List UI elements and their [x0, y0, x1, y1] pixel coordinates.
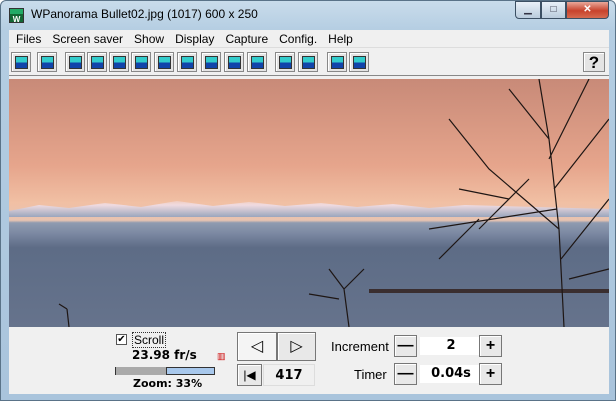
menu-display[interactable]: Display — [170, 30, 220, 47]
timer-label: Timer — [354, 367, 387, 382]
center-icon — [91, 56, 104, 69]
landscape-button[interactable] — [224, 52, 244, 72]
zoom-slider[interactable] — [115, 367, 215, 375]
center-button[interactable] — [87, 52, 107, 72]
top-left-button[interactable] — [109, 52, 129, 72]
toolbar: ? — [9, 48, 609, 76]
help-button[interactable]: ? — [583, 52, 605, 72]
maximize-button[interactable]: □ — [541, 1, 566, 19]
indicator-icon: ▥ — [217, 351, 226, 361]
prev-button[interactable]: ◁ — [237, 332, 277, 361]
stretch-icon — [279, 56, 292, 69]
minimize-button[interactable]: ▁ — [515, 1, 541, 19]
first-button[interactable]: |◀ — [237, 364, 262, 386]
menu-capture[interactable]: Capture — [220, 30, 274, 47]
scroll-checkbox[interactable]: ✔ — [116, 334, 127, 345]
wide-icon — [251, 56, 264, 69]
book-button[interactable] — [327, 52, 347, 72]
menu-show[interactable]: Show — [129, 30, 170, 47]
title-bar: W WPanorama Bullet02.jpg (1017) 600 x 25… — [1, 1, 615, 29]
fps-readout: 23.98 fr/s — [132, 348, 197, 362]
picture-icon — [41, 56, 54, 69]
increment-field[interactable]: 2 — [420, 337, 482, 355]
menu-help[interactable]: Help — [323, 30, 359, 47]
top-right-button[interactable] — [131, 52, 151, 72]
book-icon — [331, 56, 344, 69]
sound-icon — [302, 56, 315, 69]
top-right-icon — [135, 56, 148, 69]
increment-label: Increment — [331, 339, 389, 354]
bottom-left-icon — [158, 56, 171, 69]
full-screen-button[interactable] — [65, 52, 85, 72]
timer-field[interactable]: 0.04s — [420, 365, 482, 383]
app-window: W WPanorama Bullet02.jpg (1017) 600 x 25… — [0, 0, 616, 401]
zoom-label: Zoom: 33% — [133, 377, 203, 390]
bottom-left-button[interactable] — [154, 52, 174, 72]
timer-minus-button[interactable]: — — [394, 363, 417, 385]
open-file-icon — [15, 56, 28, 69]
picture-button[interactable] — [37, 52, 57, 72]
increment-plus-button[interactable]: + — [479, 335, 502, 357]
menu-files[interactable]: Files — [11, 30, 47, 47]
help-picture-button[interactable] — [349, 52, 369, 72]
menu-config[interactable]: Config. — [274, 30, 323, 47]
film-icon — [205, 56, 218, 69]
landscape-icon — [228, 56, 241, 69]
increment-minus-button[interactable]: — — [394, 335, 417, 357]
help-picture-icon — [353, 56, 366, 69]
film-button[interactable] — [201, 52, 221, 72]
menu-bar: Files Screen saver Show Display Capture … — [9, 30, 609, 48]
full-screen-icon — [69, 56, 82, 69]
sound-button[interactable] — [298, 52, 318, 72]
panorama-image — [9, 79, 609, 327]
window-title: WPanorama Bullet02.jpg (1017) 600 x 250 — [31, 7, 258, 21]
position-field: 417 — [263, 364, 315, 386]
tree-silhouette — [58, 79, 609, 327]
wide-button[interactable] — [247, 52, 267, 72]
bottom-right-icon — [181, 56, 194, 69]
menu-screen-saver[interactable]: Screen saver — [47, 30, 129, 47]
client-area: Files Screen saver Show Display Capture … — [9, 30, 609, 394]
wpanorama-icon[interactable]: W — [9, 8, 24, 24]
bottom-right-button[interactable] — [177, 52, 197, 72]
scroll-label[interactable]: Scroll — [132, 332, 167, 348]
open-file-button[interactable] — [11, 52, 31, 72]
timer-plus-button[interactable]: + — [479, 363, 502, 385]
top-left-icon — [113, 56, 126, 69]
stretch-button[interactable] — [275, 52, 295, 72]
close-button[interactable]: ✕ — [566, 1, 609, 19]
next-button[interactable]: ▷ — [277, 332, 316, 361]
control-panel: ✔ Scroll 23.98 fr/s ▥ Zoom: 33% ◁ ▷ |◀ 4… — [9, 327, 609, 394]
